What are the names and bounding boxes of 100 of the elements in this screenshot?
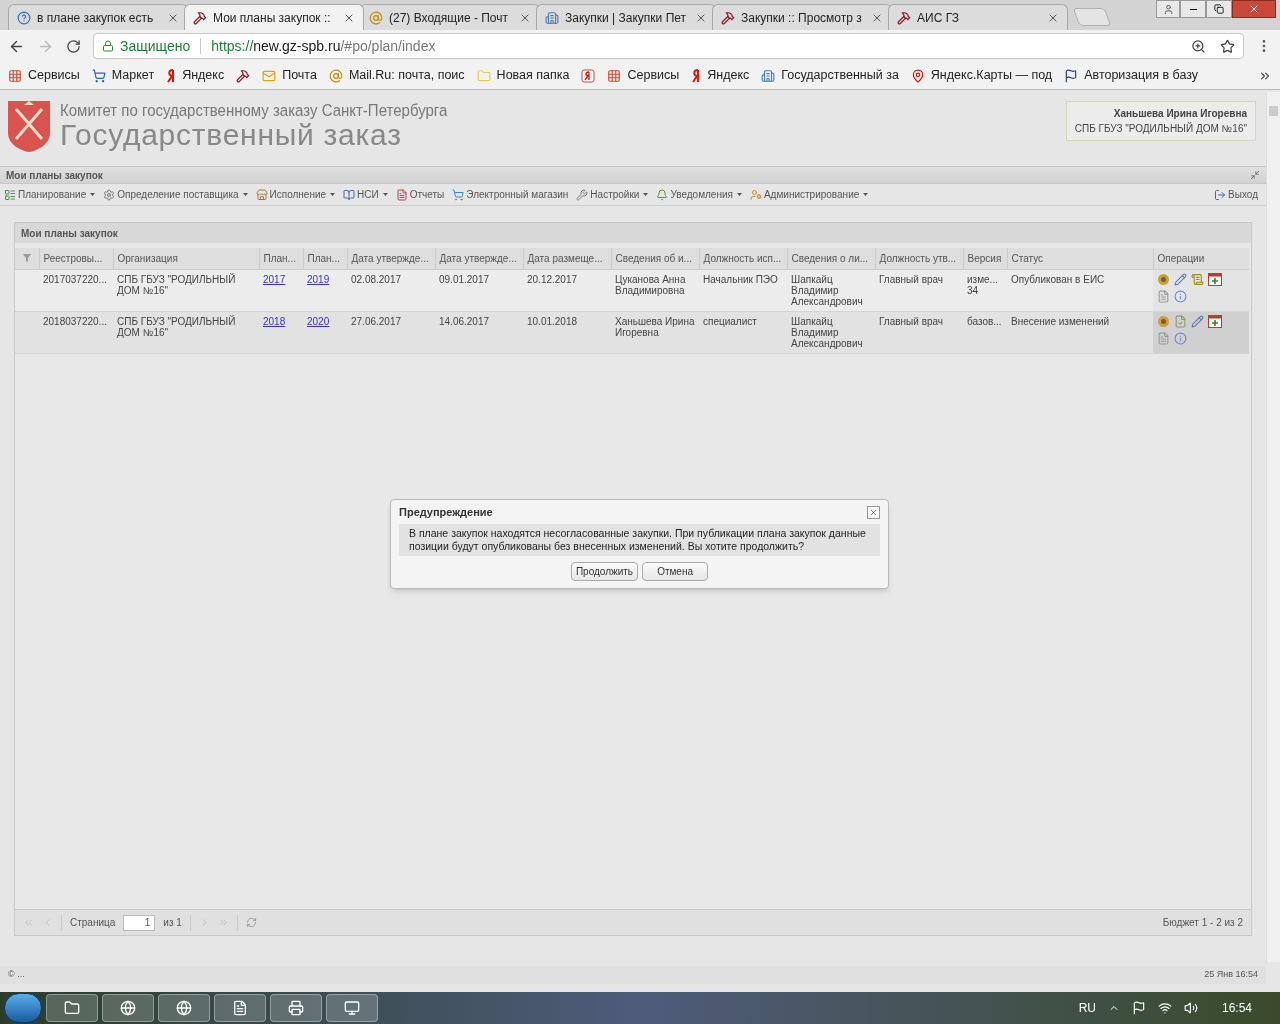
table-cell: Цуканова Анна Владимировна	[615, 273, 686, 296]
logout-button[interactable]: Выход	[1214, 187, 1258, 202]
menu-item[interactable]: Электронный магазин	[452, 187, 569, 202]
column-header[interactable]: Дата утвержде...	[347, 248, 435, 269]
column-header[interactable]: План...	[259, 248, 303, 269]
column-header[interactable]: Версия	[963, 248, 1007, 269]
bookmark-item[interactable]: Почта	[262, 66, 317, 85]
table-cell: Ханьшева Ирина Игоревна	[615, 315, 695, 338]
table-cell: Внесение изменений	[1011, 315, 1110, 327]
column-header[interactable]: Должность утв...	[875, 248, 963, 269]
column-header[interactable]: Должность исп...	[699, 248, 787, 269]
menu-item[interactable]: Настройки	[576, 187, 649, 202]
dialog-button[interactable]: Отмена	[642, 562, 709, 581]
bookmark-item[interactable]	[581, 68, 596, 83]
taskbar-app-button[interactable]	[102, 994, 154, 1022]
taskbar-app-button[interactable]	[214, 994, 266, 1022]
page-input[interactable]: 1	[123, 914, 156, 931]
table-cell: СПБ ГБУЗ "РОДИЛЬНЫЙ ДОМ №16"	[117, 315, 236, 338]
table-cell: 09.01.2017	[439, 273, 490, 285]
tab-title: Закупки | Закупки Пет	[565, 9, 688, 27]
reload-icon[interactable]	[66, 38, 81, 54]
grid-row[interactable]: 2017037220... СПБ ГБУЗ "РОДИЛЬНЫЙ ДОМ №16" 2017 2019 02.08.2017 09.01.2017 20.12.2017 Цуканова Анна Владимировна Начальник ПЭО Шапкайц Владимир Александрович Главный врач изме... 34 Опубликован в ЕИС	[15, 269, 1249, 311]
at-sign-icon	[369, 10, 383, 25]
url-text: https://new.gz-spb.ru/#po/plan/index	[211, 36, 436, 56]
menu-item[interactable]: Администрирование	[749, 187, 869, 202]
flag-icon[interactable]	[1131, 1001, 1146, 1015]
document-check-icon[interactable]	[1174, 314, 1187, 328]
close-button[interactable]	[867, 505, 880, 519]
menu-item[interactable]: НСИ	[343, 187, 388, 202]
box-icon	[255, 188, 268, 201]
menu-item[interactable]: Уведомления	[656, 187, 742, 202]
dialog-title: Предупреждение	[399, 504, 493, 520]
emblem-icon[interactable]	[1157, 272, 1170, 286]
address-field[interactable]: Защищено https://new.gz-spb.ru/#po/plan/index	[93, 33, 1244, 59]
taskbar-app-button[interactable]	[46, 994, 98, 1022]
volume-icon[interactable]	[1183, 1001, 1198, 1015]
year-link[interactable]: 2018	[263, 315, 286, 327]
taskbar-app-button[interactable]	[270, 994, 322, 1022]
column-header[interactable]: Сведения об и...	[611, 248, 699, 269]
wrench-icon	[576, 188, 589, 201]
taskbar-app-button[interactable]	[158, 994, 210, 1022]
year-link[interactable]: 2019	[307, 273, 330, 285]
bookmark-item[interactable]: Яндекс	[691, 66, 750, 85]
scroll-icon[interactable]	[1191, 272, 1204, 286]
apps-grid-icon	[8, 68, 22, 83]
filter-icon	[21, 253, 32, 264]
year-link[interactable]: 2020	[307, 315, 330, 327]
exit-icon	[1214, 188, 1227, 201]
collapse-icon[interactable]	[1250, 170, 1260, 180]
scrollbar[interactable]	[1266, 92, 1280, 962]
dialog-button[interactable]: Продолжить	[570, 562, 639, 581]
page-count: из 1	[163, 916, 182, 930]
taskbar-app-button[interactable]	[326, 994, 378, 1022]
browser-tab[interactable]: АИС ГЗ	[888, 4, 1068, 30]
maximize-button[interactable]	[1206, 0, 1232, 18]
start-button[interactable]	[4, 993, 42, 1023]
profile-button[interactable]	[1156, 0, 1180, 18]
add-table-icon[interactable]	[1208, 314, 1222, 328]
info-icon[interactable]	[1174, 289, 1187, 303]
menu-item[interactable]: Исполнение	[255, 187, 336, 202]
bookmark-item[interactable]: Mail.Ru: почта, поис	[328, 66, 465, 85]
bookmark-item[interactable]: Новая папка	[476, 66, 570, 85]
bookmark-item[interactable]: Государственный за	[761, 66, 899, 85]
column-header[interactable]: Сведения о ли...	[787, 248, 875, 269]
committee-name: Комитет по государственному заказу Санкт-Петербурга	[60, 100, 448, 122]
add-table-icon[interactable]	[1208, 272, 1222, 286]
folder-icon	[64, 1000, 80, 1016]
pencil-icon[interactable]	[1174, 272, 1187, 286]
year-link[interactable]: 2017	[263, 273, 286, 285]
language-indicator[interactable]: RU	[1078, 999, 1096, 1017]
column-header[interactable]: Дата размеще...	[523, 248, 611, 269]
bookmark-item[interactable]: Сервисы	[8, 66, 80, 85]
bookmark-item[interactable]: Яндекс	[166, 66, 225, 85]
menu-item[interactable]: Определение поставщика	[103, 187, 248, 202]
column-header[interactable]: Операции	[1153, 248, 1249, 269]
copyright-text: © ...	[8, 968, 25, 982]
emblem-icon[interactable]	[1157, 314, 1170, 328]
zoom-icon[interactable]	[1191, 38, 1206, 54]
column-header[interactable]: Реестровы...	[39, 248, 113, 269]
globe-icon	[120, 1000, 136, 1016]
pencil-icon[interactable]	[1191, 314, 1204, 328]
security-label: Защищено	[120, 36, 191, 56]
browser-tab[interactable]: Мои планы закупок ::	[184, 4, 364, 30]
menu-item[interactable]: Планирование	[4, 187, 96, 202]
column-header[interactable]: Статус	[1007, 248, 1153, 269]
column-header[interactable]: Организация	[113, 248, 259, 269]
network-icon[interactable]	[1157, 1001, 1172, 1015]
table-cell: 20.12.2017	[527, 273, 578, 285]
grid-row[interactable]: 2018037220... СПБ ГБУЗ "РОДИЛЬНЫЙ ДОМ №16" 2018 2020 27.06.2017 14.06.2017 10.01.2018 Ханьшева Ирина Игоревна специалист Шапкайц Владимир Александрович Главный врач базов... Внесение изменений	[15, 311, 1249, 353]
bookmark-item[interactable]: Сервисы	[607, 66, 680, 85]
menu-item[interactable]: Отчеты	[395, 187, 445, 202]
bookmark-item[interactable]: Авторизация в базу	[1064, 66, 1199, 85]
column-header[interactable]: Дата утвержде...	[435, 248, 523, 269]
table-cell: Начальник ПЭО	[703, 273, 778, 285]
star-icon[interactable]	[1220, 38, 1235, 54]
bookmark-item[interactable]: Маркет	[91, 66, 155, 85]
clock[interactable]: 16:54	[1221, 999, 1252, 1017]
bookmark-item[interactable]	[236, 68, 251, 83]
column-header[interactable]: План...	[303, 248, 347, 269]
bookmark-item[interactable]: Яндекс.Карты — под	[910, 66, 1053, 85]
